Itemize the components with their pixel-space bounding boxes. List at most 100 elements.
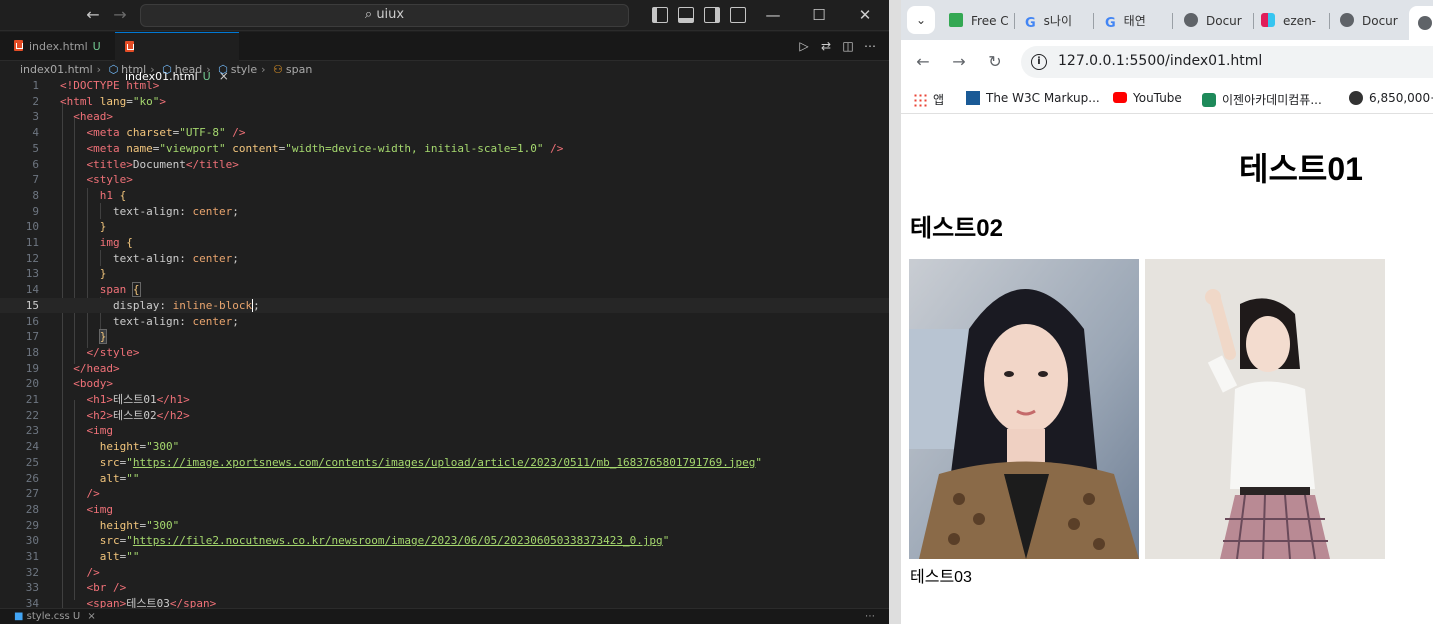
browser-tab[interactable]: ezen- [1261,9,1321,33]
code-line: 1 <!DOCTYPE html> [32,79,160,92]
toggle-secondary-sidebar-icon[interactable] [704,7,720,23]
minimize-icon[interactable]: — [762,4,784,26]
ezen-icon [1202,93,1216,107]
breadcrumb: index01.html › ⬡ html › ⬡ head › ⬡ style › ⚇ spa… [20,63,313,76]
code-line: 8 h1 { [32,188,127,202]
w3c-icon [966,91,980,105]
element-icon: ⬡ [162,63,172,76]
code-line: 26 alt="" [25,471,140,485]
code-line: 12 text-align: center; [25,251,239,265]
untracked-badge: U [92,40,101,53]
tab-search-chevron-icon[interactable]: ⌄ [907,6,935,34]
html-file-icon [14,40,23,51]
title-bar: ← → ⌕ uiux — ☐ ✕ [0,0,889,31]
toggle-primary-sidebar-icon[interactable] [652,7,668,23]
browser-tab[interactable]: Gs나이 [1025,9,1080,33]
tab-index01-html[interactable]: index01.html U × [115,32,239,83]
forward-arrow-icon[interactable]: → [110,5,130,25]
code-line: 17 } [25,329,108,345]
site-info-icon[interactable]: i [1031,54,1047,70]
browser-tab[interactable]: Free C [949,9,1009,33]
element-icon: ⬡ [218,63,228,76]
browser-toolbar: ← → ↻ i 127.0.0.1:5500/index01.html [901,40,1433,84]
code-line: 31 alt="" [25,550,140,563]
tab-label: index.html [29,40,88,53]
sheets-favicon-icon [949,13,963,27]
more-actions-icon[interactable]: ⋯ [861,37,879,55]
chrome-window: ⌄ Free C Gs나이 G 태연 Docur ezen- Docur ← → … [901,0,1433,624]
breadcrumb-file[interactable]: index01.html [20,63,93,76]
code-line-current: 15 display: inline-block; [0,297,889,314]
customize-layout-icon[interactable] [730,7,746,23]
css-file-icon: ■ [14,611,27,622]
apps-grid-icon [913,93,927,107]
toggle-panel-icon[interactable] [678,7,694,23]
code-line: 18 </style> [25,345,140,359]
code-line: 21 <h1>테스트01</h1> [25,393,190,406]
compare-changes-icon[interactable]: ⇄ [817,37,835,55]
slack-favicon-icon [1261,13,1275,27]
search-icon: ⌕ [364,7,377,22]
split-editor-icon[interactable]: ◫ [839,37,857,55]
close-tab-icon[interactable]: × [87,611,95,622]
page-span-text: 테스트03 [910,569,972,586]
youtube-icon [1113,92,1127,103]
browser-tab[interactable]: G 태연 [1105,9,1165,33]
bookmark-youtube[interactable]: YouTube [1113,91,1182,105]
code-line: 33 <br /> [25,581,127,595]
code-line: 3 <head> [32,110,113,124]
bookmark-w3c[interactable]: The W3C Markup... [966,91,1100,105]
breadcrumb-head[interactable]: head [175,63,202,76]
page-heading-h1: 테스트01 [1239,151,1363,187]
breadcrumb-span[interactable]: span [286,63,312,76]
rendered-page: 테스트01 테스트02 테스트03 [901,115,1433,624]
photo-2 [1145,259,1385,559]
bookmark-apps[interactable]: 앱 [913,91,944,108]
editor-tab-bar: index.html U index01.html U × ▷ ⇄ ◫ ⋯ [0,32,889,83]
bookmark-count[interactable]: 6,850,000+ [1349,91,1433,105]
more-actions-icon[interactable]: ⋯ [865,609,875,624]
globe-favicon-icon [1340,13,1354,27]
bottom-editor-tab[interactable]: ■ style.css U × ⋯ [0,608,889,624]
command-center-search[interactable]: ⌕ uiux [140,4,629,27]
back-arrow-icon[interactable]: ← [83,5,103,25]
html-file-icon [125,41,134,52]
back-icon[interactable]: ← [911,50,935,74]
code-line: 22 <h2>테스트02</h2> [25,408,190,422]
code-line: 24 height="300" [25,440,180,454]
tab-index-html[interactable]: index.html U [0,32,105,61]
code-line: 4 <meta charset="UTF-8" /> [32,126,246,140]
code-line: 16 text-align: center; [25,314,239,328]
url-text: 127.0.0.1:5500/index01.html [1058,53,1263,69]
code-line: 29 height="300" [25,518,180,532]
code-line: 9 text-align: center; [32,204,239,218]
code-line: 2 <html lang="ko"> [32,94,166,108]
code-line: 13 } [25,267,107,281]
code-editor[interactable]: 1 <!DOCTYPE html> 2 <html lang="ko"> 3 <he… [0,78,889,608]
code-line: 14 span { [25,282,141,298]
address-bar[interactable]: i 127.0.0.1:5500/index01.html [1021,46,1433,78]
bookmark-ezen[interactable]: 이젠아카데미컴퓨... [1202,91,1322,108]
globe-favicon-icon [1184,13,1198,27]
reload-icon[interactable]: ↻ [983,50,1007,74]
browser-tab-active[interactable] [1409,6,1433,40]
browser-tab[interactable]: Docur [1184,9,1249,33]
maximize-icon[interactable]: ☐ [808,4,830,26]
code-line: 28 <img [25,502,113,516]
browser-tab[interactable]: Docur [1340,9,1406,33]
close-window-icon[interactable]: ✕ [854,4,876,26]
code-line: 5 <meta name="viewport" content="width=d… [32,141,564,155]
code-line: 34 <span>테스트03</span> [25,597,217,608]
browser-tab-strip: ⌄ Free C Gs나이 G 태연 Docur ezen- Docur [901,0,1433,40]
bottom-tab-label: style.css U [26,611,81,622]
code-line: 27 /> [25,487,100,501]
code-line: 11 img { [25,236,133,249]
code-line: 6 <title>Document</title> [32,157,239,171]
forward-icon[interactable]: → [947,50,971,74]
code-line: 25 src="https://image.xportsnews.com/con… [25,455,763,469]
run-icon[interactable]: ▷ [795,37,813,55]
breadcrumb-html[interactable]: html [121,63,146,76]
page-heading-h2: 테스트02 [910,215,1003,242]
breadcrumb-style[interactable]: style [231,63,257,76]
window-divider [889,0,901,624]
